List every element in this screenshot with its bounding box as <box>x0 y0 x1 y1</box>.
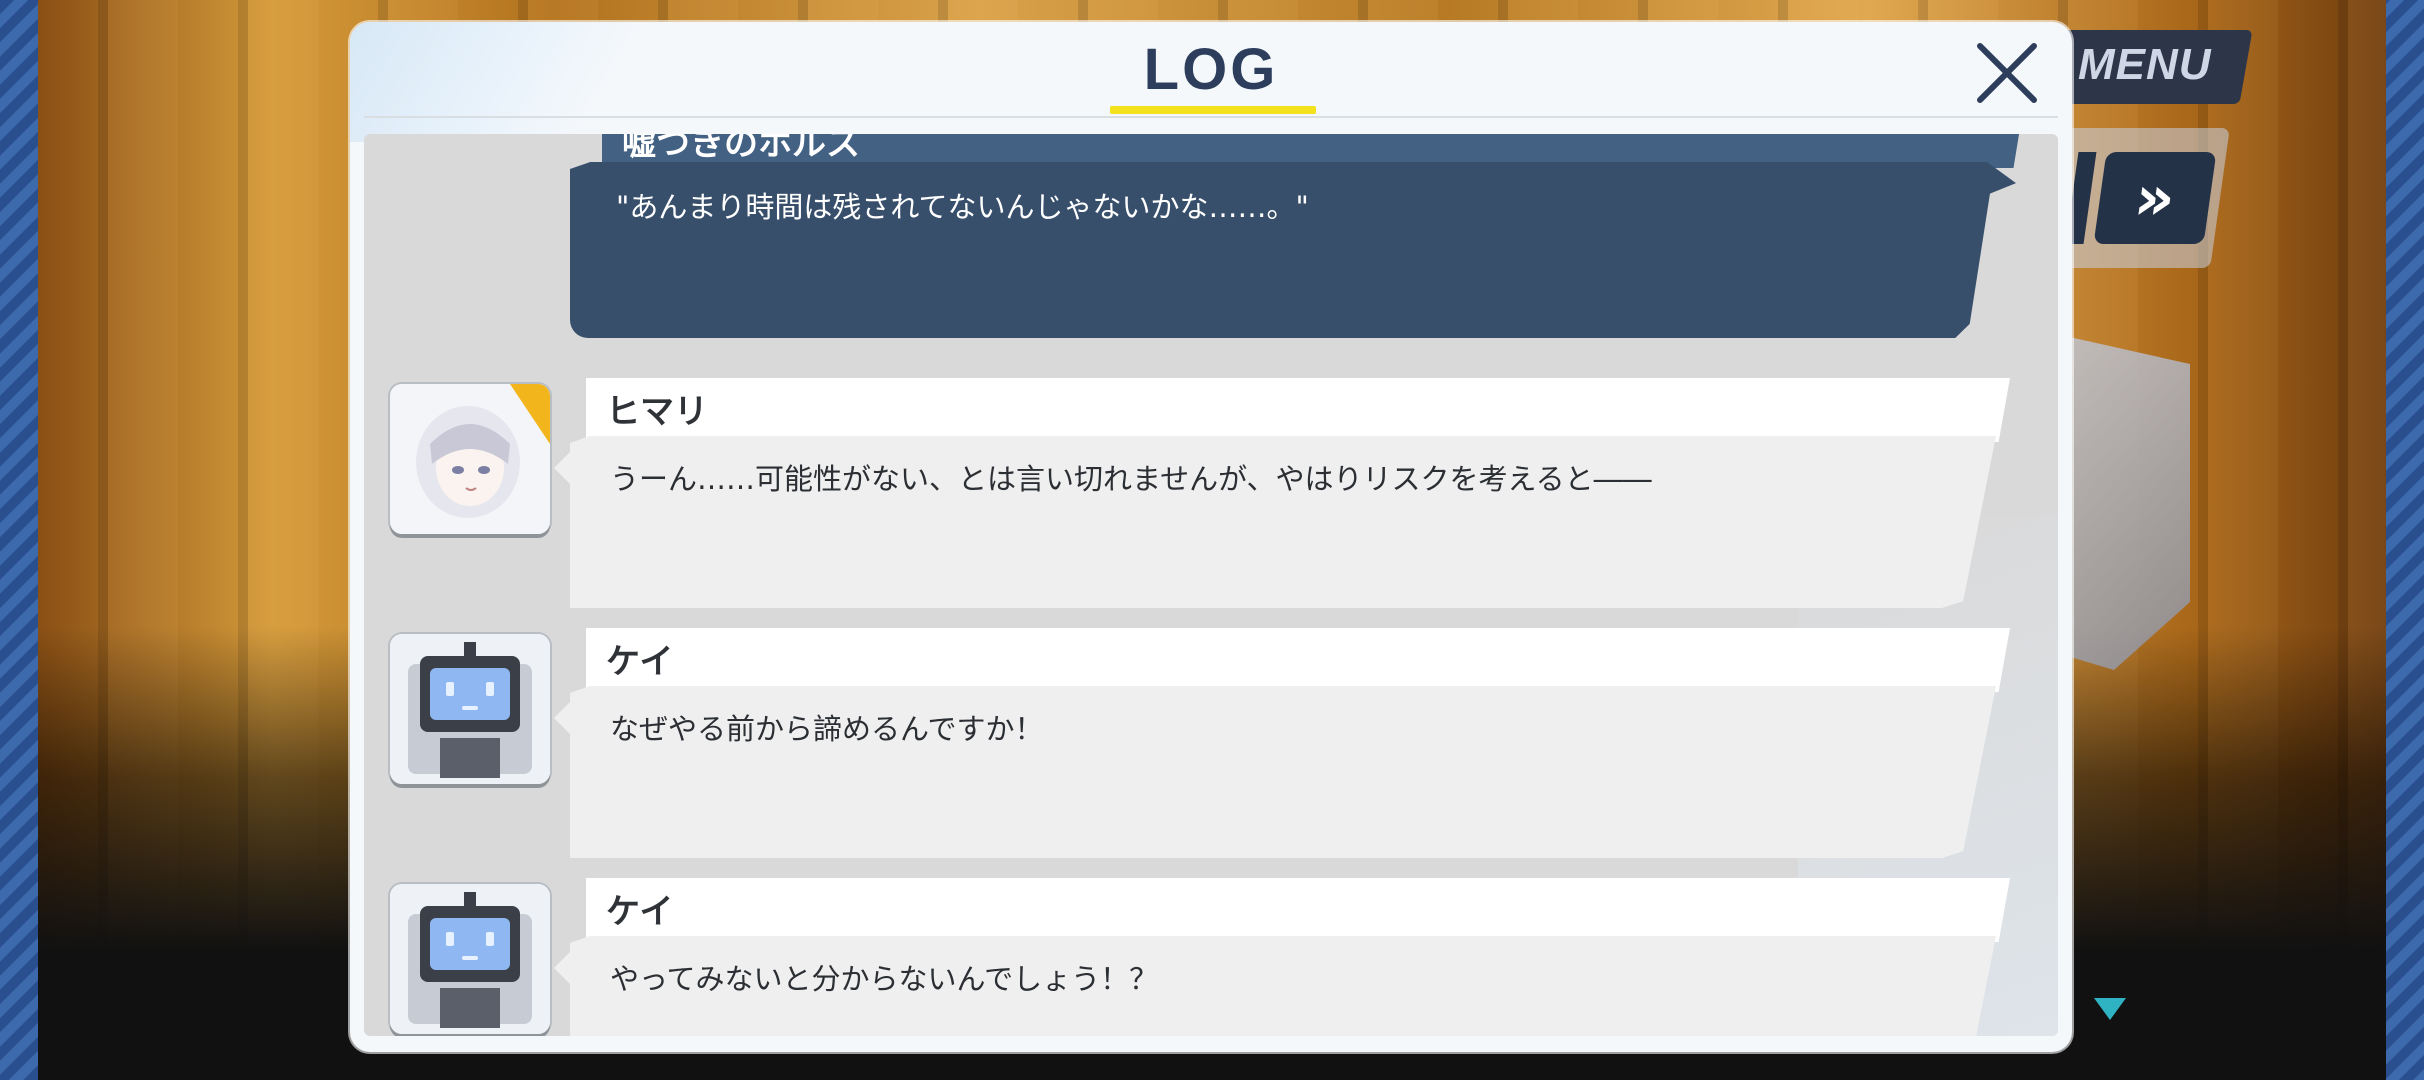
speaker-name: ケイ <box>606 892 674 932</box>
triangle-down-icon <box>2094 998 2126 1020</box>
robot-portrait-icon <box>390 634 550 784</box>
fast-forward-icon: » <box>2129 161 2181 234</box>
speaker-name-bar: ケイ <box>586 878 2010 942</box>
log-window: LOG 嘘つきのホルス "あんまり時間は残されてないんじゃないかな……。" ヒマ… <box>350 22 2072 1052</box>
avatar <box>390 884 550 1034</box>
message-bubble: やってみないと分からないんでしょう！？ <box>570 936 1996 1036</box>
avatar <box>390 384 550 534</box>
message-text: "あんまり時間は残されてないんじゃないかな……。" <box>616 190 1309 224</box>
fast-forward-button[interactable]: » <box>2093 152 2217 244</box>
speaker-name-bar: ケイ <box>586 628 2010 692</box>
close-button[interactable] <box>1970 36 2044 110</box>
speaker-name-bar: ヒマリ <box>586 378 2010 442</box>
bubble-tail <box>554 700 572 736</box>
message-text: やってみないと分からないんでしょう！？ <box>610 962 1159 996</box>
log-header: LOG <box>350 22 2072 116</box>
himari-portrait-icon <box>390 384 550 534</box>
message-text: なぜやる前から諦めるんですか！ <box>610 712 1044 746</box>
menu-label[interactable]: MENU <box>2078 40 2212 90</box>
speaker-name: ヒマリ <box>606 392 708 432</box>
log-list[interactable]: 嘘つきのホルス "あんまり時間は残されてないんじゃないかな……。" ヒマリ うー… <box>364 134 2058 1036</box>
header-divider <box>364 116 2058 118</box>
bubble-tail <box>554 950 572 986</box>
message-bubble: うーん……可能性がない、とは言い切れませんが、やはりリスクを考えると―― <box>570 436 1996 608</box>
log-entry: ケイ なぜやる前から諦めるんですか！ <box>364 628 2058 868</box>
avatar <box>390 634 550 784</box>
log-entry: 嘘つきのホルス "あんまり時間は残されてないんじゃないかな……。" <box>364 134 2058 356</box>
bubble-tail <box>554 450 572 486</box>
message-bubble: なぜやる前から諦めるんですか！ <box>570 686 1996 858</box>
speaker-name: 嘘つきのホルス <box>622 134 860 164</box>
speaker-name: ケイ <box>606 642 674 682</box>
log-entry: ヒマリ うーん……可能性がない、とは言い切れませんが、やはりリスクを考えると―― <box>364 378 2058 618</box>
log-entry: ケイ やってみないと分からないんでしょう！？ <box>364 878 2058 1036</box>
robot-portrait-icon <box>390 884 550 1034</box>
log-title: LOG <box>1143 37 1279 102</box>
title-underline <box>1110 106 1316 114</box>
message-bubble: "あんまり時間は残されてないんじゃないかな……。" <box>570 162 2016 338</box>
message-text: うーん……可能性がない、とは言い切れませんが、やはりリスクを考えると―― <box>610 462 1652 496</box>
close-icon <box>1977 43 2037 103</box>
